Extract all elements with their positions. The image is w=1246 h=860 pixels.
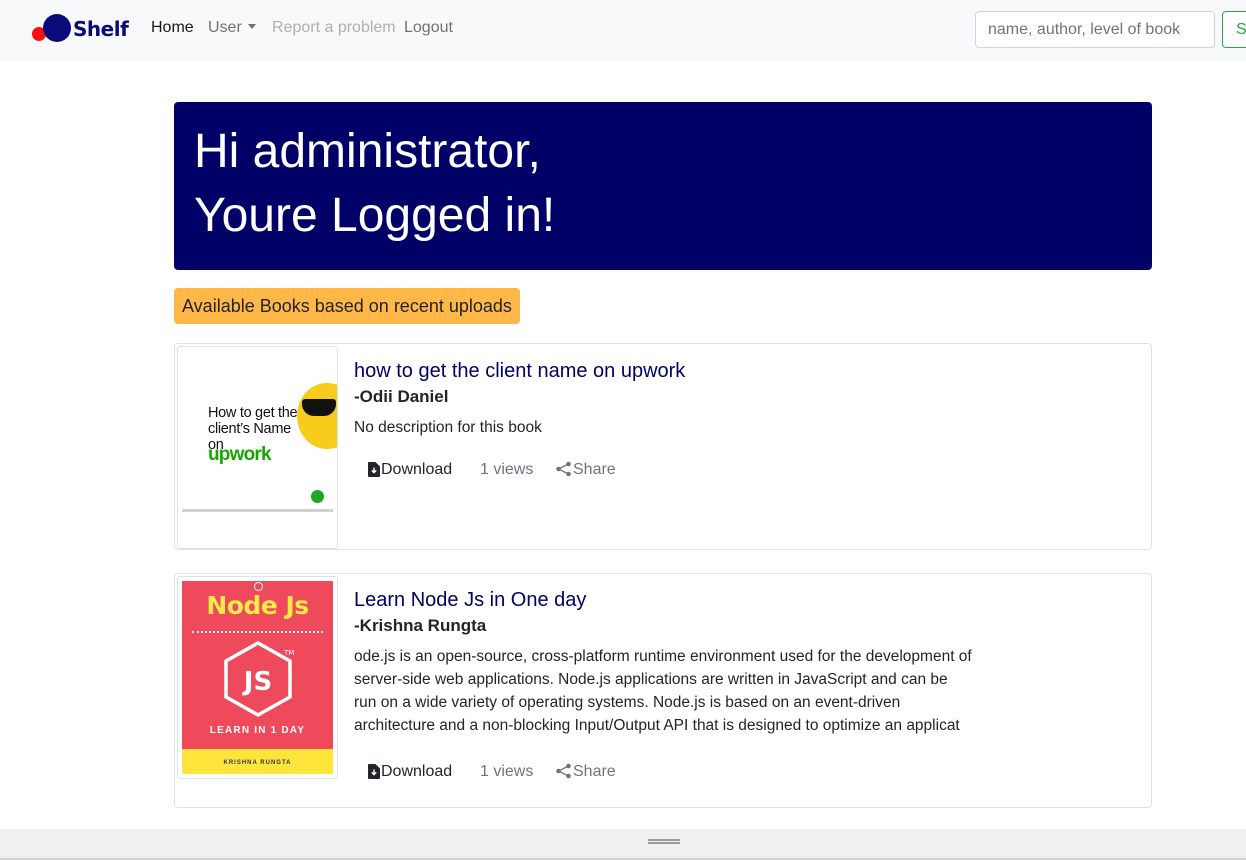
share-label: Share — [573, 763, 616, 780]
navbar: Shelf Home User Report a problem Logout … — [0, 0, 1246, 61]
cover-subtitle: LEARN IN 1 DAY — [209, 725, 306, 736]
js-logo-text: JS — [242, 667, 272, 697]
logo-blue-dot — [43, 14, 71, 42]
welcome-heading: Hi administrator, Youre Logged in! — [194, 120, 1132, 248]
share-button[interactable]: Share — [555, 763, 616, 781]
resize-handle-icon[interactable] — [648, 839, 680, 844]
book-author: -Odii Daniel — [354, 387, 449, 406]
book-author: -Krishna Rungta — [354, 616, 487, 635]
upwork-logo: upwork — [208, 444, 272, 465]
download-label: Download — [381, 461, 453, 478]
check-badge-icon — [311, 490, 324, 503]
share-icon — [556, 763, 571, 779]
book-card: How to get the client’s Name on upwork h… — [174, 343, 1152, 550]
bottom-panel-bar — [0, 829, 1246, 860]
share-button[interactable]: Share — [555, 461, 616, 479]
book-card: Node Js JS TM LEARN IN 1 DAY KRISHNA RUN… — [174, 573, 1152, 808]
chevron-down-icon — [247, 24, 256, 30]
view-count: 1 views — [480, 763, 534, 780]
cover-title: Node Js — [206, 591, 309, 620]
nav-report-link: Report a problem — [272, 19, 396, 36]
brand-name: Shelf — [73, 17, 129, 41]
download-button[interactable]: Download — [368, 461, 452, 479]
brand-logo[interactable]: Shelf — [32, 13, 129, 47]
file-download-icon — [368, 462, 380, 477]
book-cover-image: Node Js JS TM LEARN IN 1 DAY KRISHNA RUN… — [182, 581, 333, 774]
nav-home-link[interactable]: Home — [151, 19, 194, 37]
share-icon — [556, 461, 571, 477]
book-description: No description for this book — [354, 419, 542, 436]
cover-author: KRISHNA RUNGTA — [223, 760, 292, 766]
book-title[interactable]: how to get the client name on upwork — [354, 360, 1135, 383]
nav-user-dropdown[interactable]: User — [208, 19, 256, 37]
search-button[interactable]: Search — [1222, 11, 1246, 48]
welcome-greeting: Hi administrator, — [194, 125, 541, 178]
cover-divider — [182, 509, 333, 512]
download-button[interactable]: Download — [368, 763, 452, 781]
sunglasses-icon — [302, 399, 336, 416]
nav-user-label: User — [208, 19, 242, 36]
welcome-status: Youre Logged in! — [194, 189, 556, 242]
share-label: Share — [573, 461, 616, 478]
file-download-icon — [368, 764, 380, 779]
welcome-banner: Hi administrator, Youre Logged in! — [174, 102, 1152, 270]
section-badge: Available Books based on recent uploads — [174, 288, 520, 324]
book-cover-image: How to get the client’s Name on upwork — [178, 347, 337, 547]
book-details: Learn Node Js in One day -Krishna Rungta… — [354, 589, 1135, 737]
book-description: ode.js is an open-source, cross-platform… — [354, 648, 972, 734]
book-cover[interactable]: How to get the client’s Name on upwork — [177, 346, 338, 549]
js-hexagon-logo-icon: JS TM — [224, 640, 294, 718]
nav-logout-link[interactable]: Logout — [404, 19, 453, 37]
download-label: Download — [381, 763, 453, 780]
search-input[interactable] — [975, 11, 1215, 48]
svg-text:TM: TM — [283, 649, 294, 657]
cover-dotted-rule — [192, 631, 323, 633]
emoji-face-icon — [297, 383, 337, 449]
book-details: how to get the client name on upwork -Od… — [354, 360, 1135, 439]
view-count: 1 views — [480, 461, 534, 478]
book-cover[interactable]: Node Js JS TM LEARN IN 1 DAY KRISHNA RUN… — [177, 576, 338, 779]
cover-ring-icon — [254, 582, 263, 591]
book-title[interactable]: Learn Node Js in One day — [354, 589, 1135, 612]
